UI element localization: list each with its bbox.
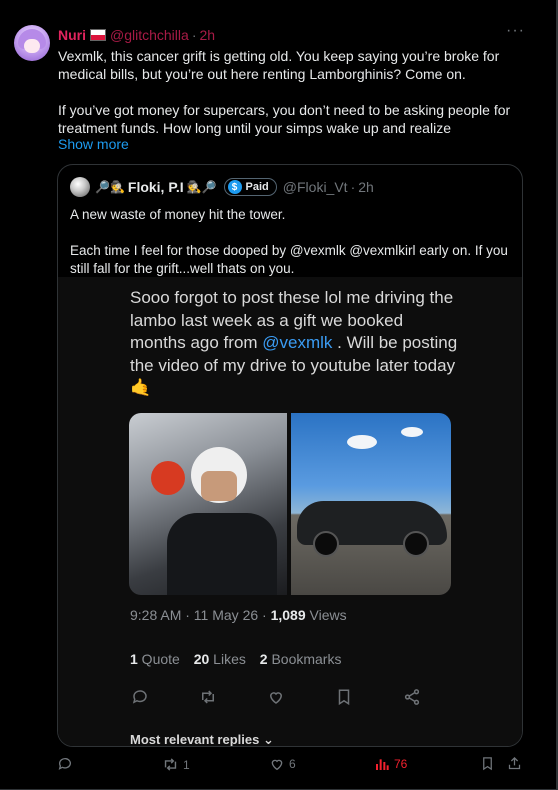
media-views-count: 1,089 [270,607,306,623]
share-icon [508,756,521,770]
quotes-label: Quote [137,651,180,667]
quoted-post[interactable]: 🔎🕵 Floki, P.I 🕵🔎 $ Paid @Floki_Vt · 2h A… [57,164,523,747]
repost-button[interactable]: 1 [162,756,190,773]
quoted-post-time[interactable]: 2h [358,179,374,195]
analytics-bar-icon [376,759,389,770]
quotes-count: 1 [130,651,138,667]
quoted-paragraph: A new waste of money hit the tower. [70,207,286,222]
heart-icon [266,687,286,707]
bookmark-icon [483,757,492,771]
quoted-author-name[interactable]: Floki, P.I [128,179,184,195]
post-action-bar: 1 6 76 [0,756,558,782]
post-paragraph: If you’ve got money for supercars, you d… [58,102,511,136]
bookmarks-label: Bookmarks [267,651,342,667]
quoted-author-handle[interactable]: @Floki_Vt [283,179,348,195]
media-action-row [130,687,450,707]
car-photo [291,413,451,595]
driver-face [201,471,237,501]
cloud [401,427,423,437]
cloud [347,435,377,449]
post-paragraph: Vexmlk, this cancer grift is getting old… [58,48,500,82]
car-wheel [313,531,339,557]
driver-photo [129,413,287,595]
detective-emoji-icon: 🔎🕵 [95,180,125,194]
repost-icon [164,758,177,771]
reply-icon [130,687,150,707]
screenshot-media[interactable]: Sooo forgot to post these lol me driving… [58,277,522,747]
show-more-link[interactable]: Show more [58,136,129,152]
separator-dot: · [191,27,197,43]
share-icon [402,687,422,707]
most-relevant-replies: Most relevant replies ⌄ [130,732,274,747]
media-timestamp: 9:28 AM · 11 May 26 · 1,089 Views [130,607,347,623]
media-views-label: Views [305,607,347,623]
reply-icon [58,758,71,770]
reply-button[interactable] [57,756,73,772]
author-avatar[interactable] [14,25,50,61]
likes-label: Likes [209,651,246,667]
bookmark-button[interactable] [480,756,495,771]
author-handle[interactable]: @glitchchilla [110,27,189,43]
caption-mention: @vexmlk [262,333,333,352]
heart-icon [271,759,283,771]
quoted-post-body: A new waste of money hit the tower. Each… [70,206,510,278]
dollar-icon: $ [227,180,242,194]
like-button[interactable]: 6 [269,756,296,772]
post-time[interactable]: 2h [199,27,215,43]
bookmarks-count: 2 [259,651,268,667]
quoted-paragraph: Each time I feel for those dooped by @ve… [70,243,508,276]
quoted-post-header: 🔎🕵 Floki, P.I 🕵🔎 $ Paid @Floki_Vt · 2h [94,178,374,196]
views-count: 76 [394,757,408,771]
detective-emoji-icon: 🕵🔎 [186,180,217,194]
media-time: 9:28 AM · 11 May 26 · [130,607,271,623]
red-helmet [151,461,185,495]
like-count: 6 [289,757,296,771]
media-caption: Sooo forgot to post these lol me driving… [130,287,460,400]
post-header: Nuri @glitchchilla · 2h [58,27,215,43]
paid-badge: $ Paid [223,178,277,196]
poland-flag-icon [90,29,106,41]
car-wheel [403,531,429,557]
bookmark-icon [334,687,354,707]
avatar-face [24,39,40,53]
views-button[interactable]: 76 [374,756,407,772]
author-name[interactable]: Nuri [58,27,86,43]
more-options-icon[interactable]: ··· [506,22,525,40]
media-engagement-stats: 1 Quote 20 Likes 2 Bookmarks [130,651,341,667]
paid-label: Paid [245,181,269,193]
repost-icon [198,687,218,707]
separator-dot: · [350,179,356,195]
quoted-author-avatar[interactable] [70,177,90,197]
post-body: Vexmlk, this cancer grift is getting old… [58,47,528,137]
repost-count: 1 [183,757,190,772]
likes-count: 20 [193,651,210,667]
photo-grid [129,413,451,595]
driver-torso [167,513,277,595]
share-button[interactable] [507,756,522,771]
